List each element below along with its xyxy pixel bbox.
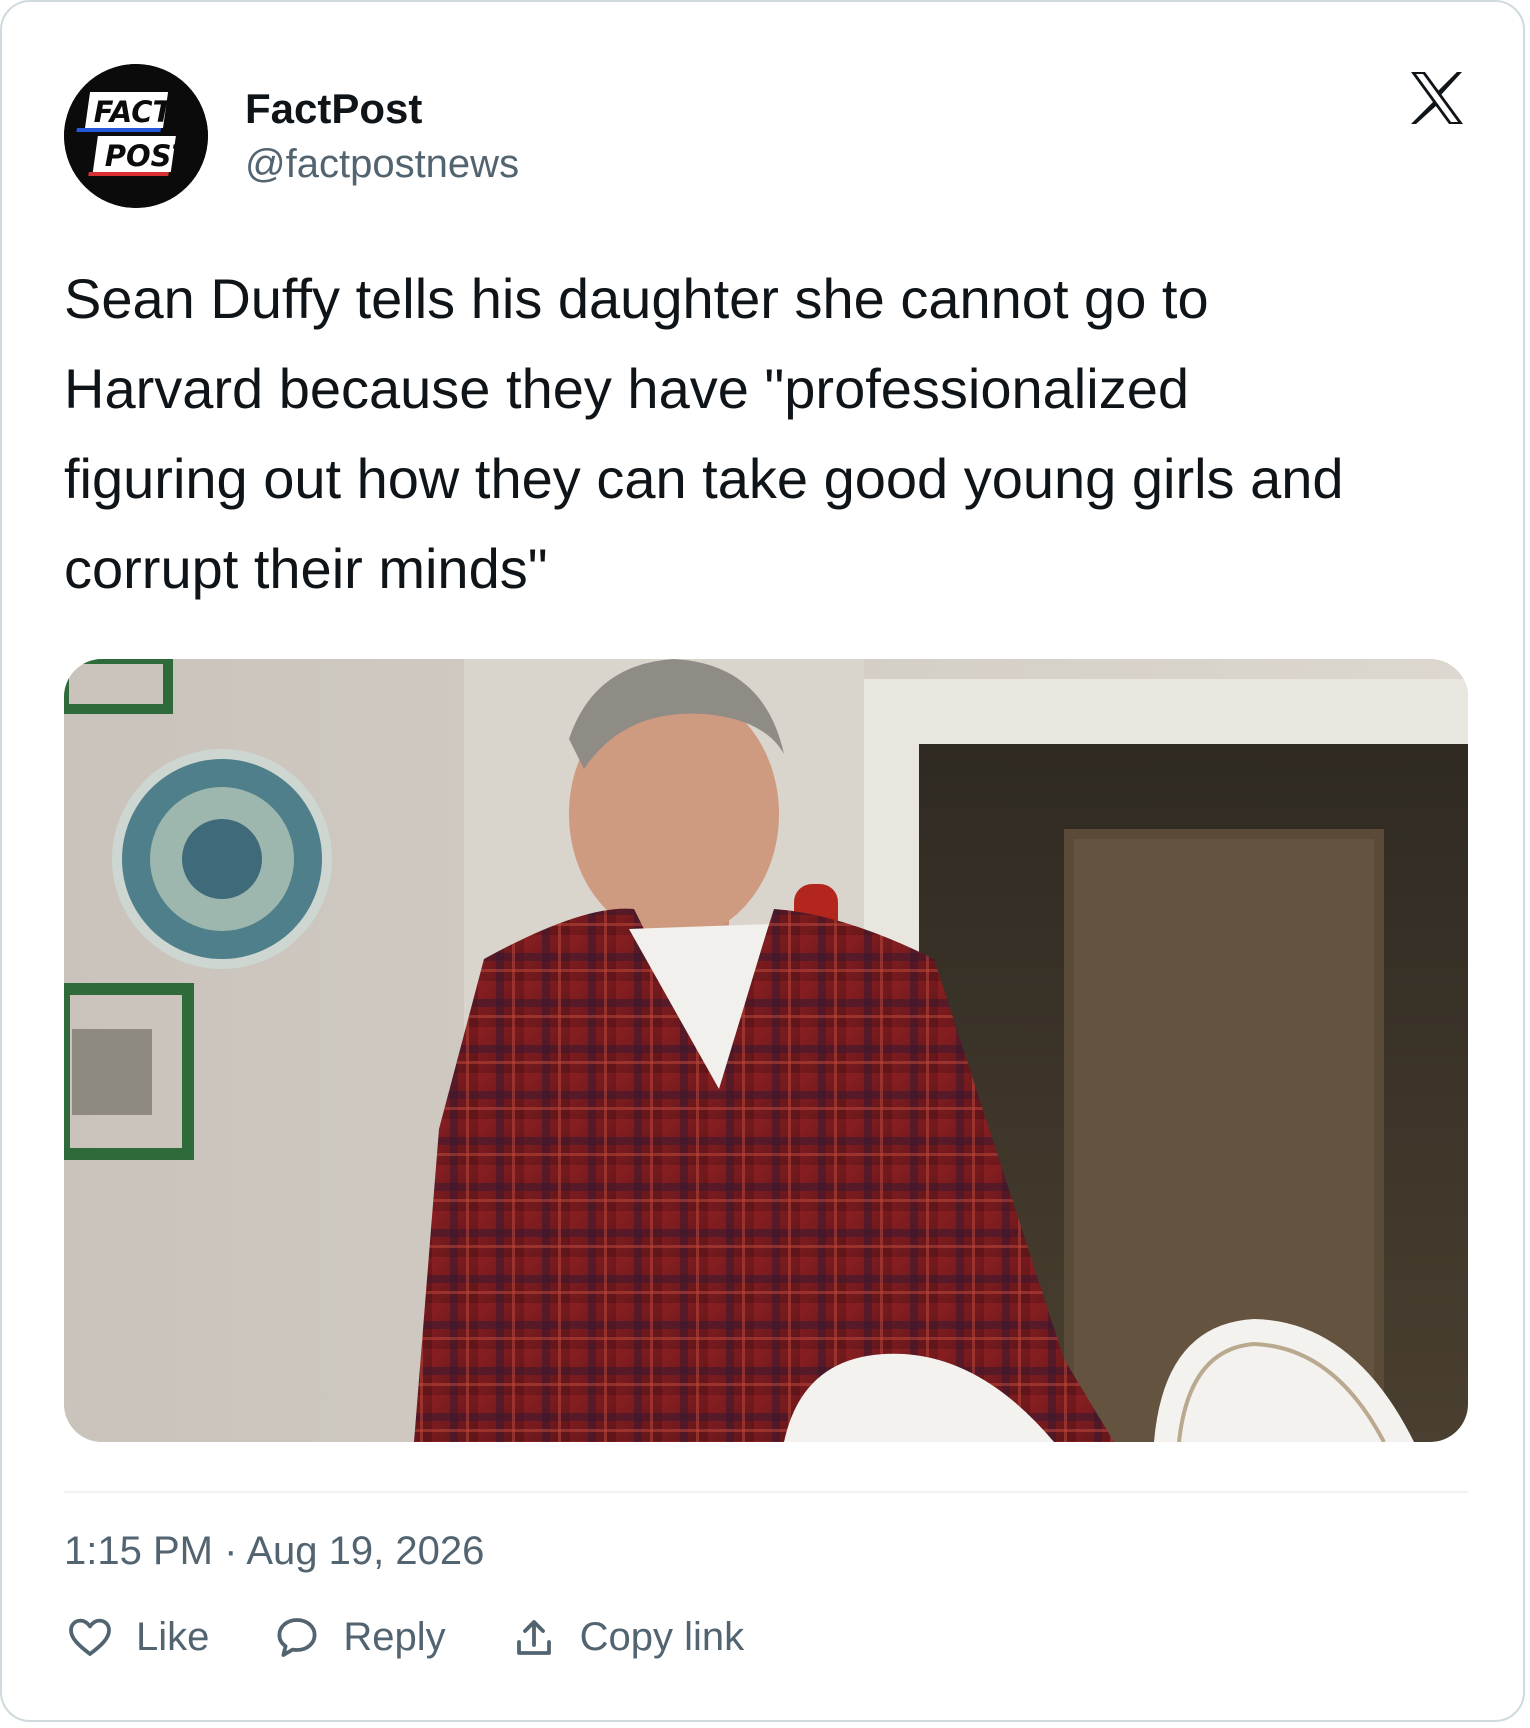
avatar-text-bottom: POST <box>105 139 194 173</box>
avatar-text-top: FACT <box>94 95 175 129</box>
like-label: Like <box>136 1615 210 1659</box>
factpost-logo: FACT POST <box>64 64 208 208</box>
tweet-text: Sean Duffy tells his daughter she cannot… <box>64 254 1484 614</box>
reply-button[interactable]: Reply <box>271 1611 446 1663</box>
share-upload-icon <box>508 1611 560 1663</box>
x-logo-icon[interactable] <box>1407 68 1467 128</box>
account-avatar[interactable]: FACT POST <box>64 64 208 208</box>
tweet-line: Sean Duffy tells his daughter she cannot… <box>64 267 1209 330</box>
tweet-card: FACT POST FactPost @factpostnews Sean Du… <box>0 0 1525 1722</box>
account-handle[interactable]: @factpostnews <box>245 140 519 188</box>
tweet-line: Harvard because they have "professionali… <box>64 357 1189 420</box>
display-name[interactable]: FactPost <box>245 84 422 134</box>
tweet-line: figuring out how they can take good youn… <box>64 447 1344 510</box>
divider <box>64 1491 1468 1493</box>
tweet-media[interactable] <box>64 659 1468 1442</box>
timestamp-separator: · <box>224 1529 238 1573</box>
copy-link-button[interactable]: Copy link <box>508 1611 745 1663</box>
tweet-date: Aug 19, 2026 <box>246 1529 485 1573</box>
like-button[interactable]: Like <box>64 1611 209 1663</box>
reply-label: Reply <box>343 1615 446 1659</box>
action-bar: Like Reply Copy link <box>64 1607 806 1667</box>
tweet-line: corrupt their minds" <box>64 537 548 600</box>
video-still-image <box>64 659 1468 1442</box>
speech-bubble-icon <box>271 1611 323 1663</box>
copy-link-label: Copy link <box>579 1615 745 1659</box>
tweet-timestamp[interactable]: 1:15 PM · Aug 19, 2026 <box>64 1526 484 1576</box>
tweet-time: 1:15 PM <box>64 1529 213 1573</box>
heart-icon <box>64 1611 116 1663</box>
